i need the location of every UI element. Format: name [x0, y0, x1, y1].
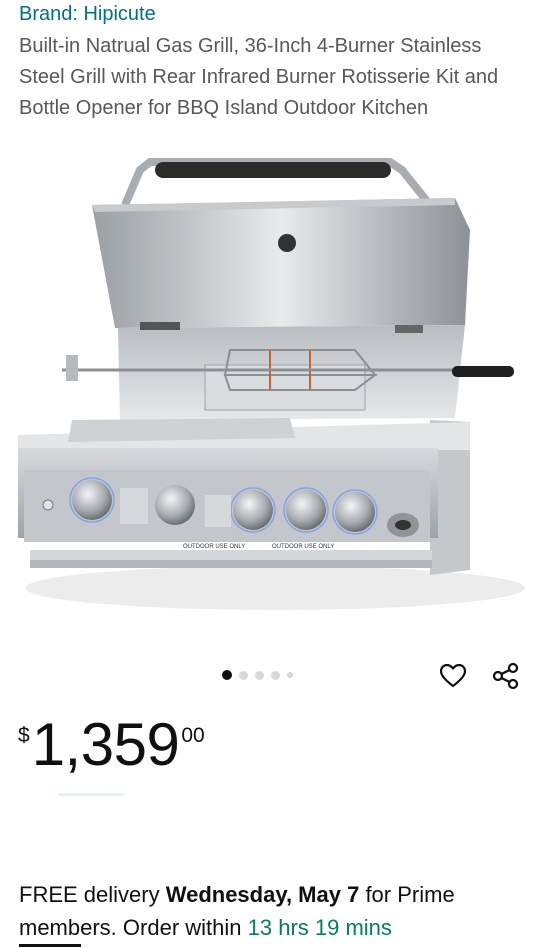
image-carousel-dots[interactable] [222, 670, 293, 680]
delivery-date: Wednesday, May 7 [165, 882, 360, 907]
carousel-dot[interactable] [287, 672, 293, 678]
bottom-indicator [19, 944, 81, 947]
delivery-countdown: 13 hrs 19 mins [247, 915, 392, 940]
product-image[interactable]: OUTDOOR USE ONLY OUTDOOR USE ONLY [0, 150, 540, 650]
knob-3 [230, 487, 276, 533]
outdoor-label-1: OUTDOOR USE ONLY [183, 544, 245, 550]
heart-icon[interactable] [439, 662, 467, 690]
knob-1 [69, 477, 115, 523]
knob-4 [283, 487, 329, 533]
carousel-dot[interactable] [222, 670, 232, 680]
carousel-dot[interactable] [255, 670, 264, 680]
delivery-prefix: FREE delivery [19, 882, 166, 907]
knob-5 [332, 489, 378, 535]
knob-2 [155, 485, 195, 525]
price-whole: 1,359 [31, 711, 180, 778]
grill-illustration: OUTDOOR USE ONLY OUTDOOR USE ONLY [18, 158, 525, 610]
product-title: Built-in Natrual Gas Grill, 36-Inch 4-Bu… [19, 35, 499, 119]
price-divider [58, 793, 124, 796]
brand-link[interactable]: Brand: Hipicute [19, 2, 156, 26]
price: $ 1,359 00 [18, 710, 205, 780]
carousel-dot[interactable] [239, 670, 248, 680]
price-fraction: 00 [181, 724, 205, 747]
carousel-dot[interactable] [271, 670, 280, 680]
outdoor-label-2: OUTDOOR USE ONLY [272, 544, 334, 550]
price-symbol: $ [18, 724, 30, 747]
delivery-message: FREE delivery Wednesday, May 7 for Prime… [19, 878, 529, 944]
share-icon[interactable] [492, 662, 520, 690]
